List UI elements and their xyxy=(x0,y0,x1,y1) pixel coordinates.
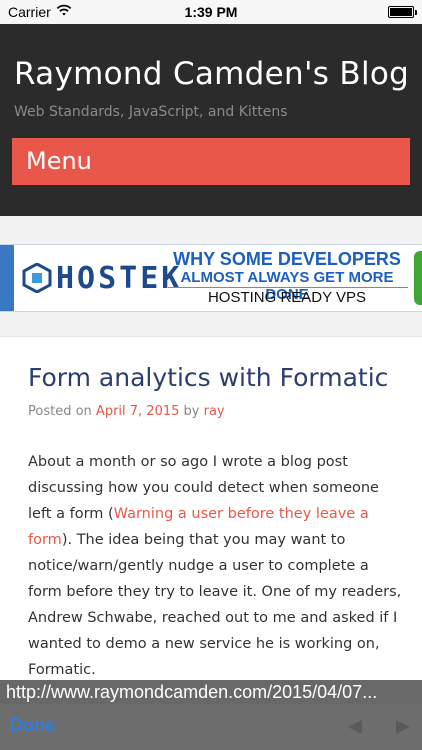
menu-button[interactable]: Menu xyxy=(12,138,410,185)
post-author-link[interactable]: ray xyxy=(204,404,225,419)
done-button[interactable]: Done xyxy=(10,715,55,736)
site-description: Web Standards, JavaScript, and Kittens xyxy=(14,104,288,120)
ad-headline-line1: WHY SOME DEVELOPERS xyxy=(173,249,401,269)
ad-divider xyxy=(168,287,408,288)
ad-banner[interactable]: HOSTEK WHY SOME DEVELOPERS ALMOST ALWAYS… xyxy=(0,244,422,312)
status-bar: Carrier 1:39 PM xyxy=(0,0,422,24)
article: Form analytics with Formatic Posted on A… xyxy=(0,336,422,680)
ad-green-tab xyxy=(414,251,422,305)
ad-left-stripe xyxy=(0,245,14,311)
post-meta: Posted on April 7, 2015 by ray xyxy=(28,404,225,419)
menu-label: Menu xyxy=(26,147,92,175)
site-header: Raymond Camden's Blog Web Standards, Jav… xyxy=(0,24,422,216)
back-arrow-icon[interactable] xyxy=(346,718,364,736)
post-body: About a month or so ago I wrote a blog p… xyxy=(28,449,402,683)
link-url-preview: http://www.raymondcamden.com/2015/04/07.… xyxy=(0,680,422,704)
battery-icon xyxy=(388,6,417,18)
forward-arrow-icon[interactable] xyxy=(394,718,412,736)
post-title[interactable]: Form analytics with Formatic xyxy=(28,363,388,392)
post-meta-by: by xyxy=(183,404,200,419)
hostek-logo-icon xyxy=(22,263,52,293)
post-text-after-link: ). The idea being that you may want to n… xyxy=(28,532,402,678)
site-title[interactable]: Raymond Camden's Blog xyxy=(14,56,409,92)
clock: 1:39 PM xyxy=(184,4,238,20)
post-meta-prefix: Posted on xyxy=(28,404,92,419)
browser-toolbar: Done xyxy=(0,704,422,750)
ad-tagline: HOSTING READY VPS xyxy=(207,289,367,306)
post-date-link[interactable]: April 7, 2015 xyxy=(96,404,179,419)
